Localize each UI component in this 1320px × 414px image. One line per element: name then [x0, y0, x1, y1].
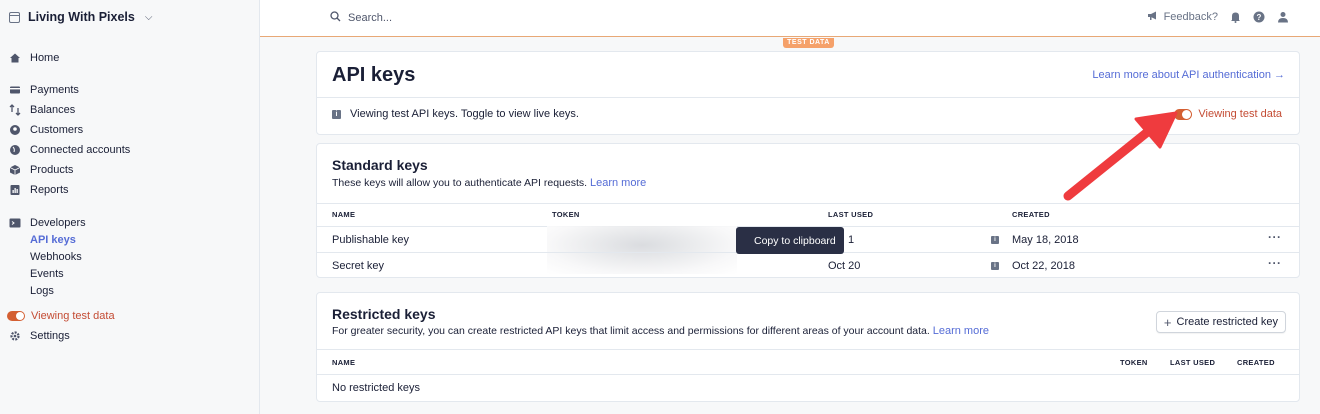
column-header-token: TOKEN [1120, 358, 1148, 367]
sidebar-item-payments[interactable]: Payments [9, 81, 79, 99]
sidebar-subitem-webhooks[interactable]: Webhooks [30, 251, 82, 267]
toggle-label: Viewing test data [1198, 108, 1282, 120]
key-last-used: Oct 20 [828, 260, 861, 272]
section-description: For greater security, you can create res… [332, 325, 989, 337]
sidebar-item-label: Customers [30, 124, 84, 136]
gear-icon [9, 330, 21, 342]
key-name: Publishable key [332, 234, 410, 246]
sidebar-item-label: Settings [30, 330, 70, 342]
megaphone-icon [1147, 10, 1159, 24]
more-actions-icon[interactable]: ··· [1268, 230, 1282, 244]
section-description: These keys will allow you to authenticat… [332, 177, 646, 189]
card-icon [9, 84, 21, 96]
info-icon: i [332, 109, 341, 119]
learn-more-link[interactable]: Learn more [933, 325, 989, 337]
button-label: Create restricted key [1176, 316, 1278, 328]
svg-text:?: ? [1257, 13, 1262, 22]
divider [317, 97, 1299, 98]
plus-icon: + [1163, 314, 1172, 330]
empty-state-text: No restricted keys [332, 382, 421, 394]
sidebar-item-label: Payments [30, 84, 79, 96]
divider [317, 374, 1299, 375]
test-data-badge: TEST DATA [783, 38, 834, 48]
key-created: Oct 22, 2018 [1012, 260, 1075, 272]
bell-icon[interactable] [1228, 10, 1242, 24]
sidebar-item-connected-accounts[interactable]: Connected accounts [9, 141, 130, 159]
account-logo-icon [9, 11, 20, 23]
divider [317, 349, 1299, 350]
toggle-switch[interactable] [7, 311, 25, 321]
sidebar-item-products[interactable]: Products [9, 161, 73, 179]
search-bar[interactable] [330, 11, 548, 25]
sidebar-item-label: Home [30, 52, 60, 64]
sidebar-item-label: Balances [30, 104, 76, 116]
annotation-arrow-icon [1063, 111, 1178, 201]
info-text: Viewing test API keys. Toggle to view li… [350, 108, 579, 120]
column-header-token: TOKEN [552, 210, 580, 219]
sidebar: Living With Pixels ⌵ Home Payments Balan… [0, 0, 260, 414]
home-icon [9, 52, 21, 64]
key-created: May 18, 2018 [1012, 234, 1079, 246]
chevron-down-icon: ⌵ [144, 11, 153, 23]
column-header-created: CREATED [1237, 358, 1275, 367]
help-icon[interactable]: ? [1252, 10, 1266, 24]
user-circle-icon [9, 124, 21, 136]
sidebar-item-developers[interactable]: Developers [9, 214, 86, 232]
section-title: Standard keys [332, 157, 428, 173]
feedback-label: Feedback? [1163, 11, 1218, 23]
info-icon[interactable]: i [991, 262, 999, 270]
sidebar-item-settings[interactable]: Settings [9, 327, 70, 345]
page-title: API keys [332, 64, 416, 86]
box-icon [9, 164, 21, 176]
sidebar-item-label: Products [30, 164, 74, 176]
description-text: For greater security, you can create res… [332, 325, 930, 337]
globe-icon [9, 144, 21, 156]
user-icon[interactable] [1276, 10, 1290, 24]
sidebar-subitem-logs[interactable]: Logs [30, 285, 54, 301]
sidebar-item-balances[interactable]: Balances [9, 101, 75, 119]
sidebar-item-label: Viewing test data [31, 310, 115, 322]
redacted-token-blur [547, 226, 737, 274]
sidebar-subitem-api-keys[interactable]: API keys [30, 234, 76, 250]
description-text: These keys will allow you to authenticat… [332, 177, 588, 189]
account-name: Living With Pixels [28, 10, 135, 24]
column-header-created: CREATED [1012, 210, 1050, 219]
feedback-button[interactable]: Feedback? [1147, 10, 1218, 24]
column-header-name: NAME [332, 210, 356, 219]
sidebar-item-label: Developers [30, 217, 86, 229]
account-switcher[interactable]: Living With Pixels ⌵ [0, 0, 259, 34]
sidebar-item-customers[interactable]: Customers [9, 121, 83, 139]
topbar: Feedback? ? [260, 0, 1320, 37]
arrows-icon [9, 104, 21, 116]
section-title: Restricted keys [332, 306, 436, 322]
learn-api-auth-link[interactable]: Learn more about API authentication → [1092, 69, 1285, 81]
info-icon[interactable]: i [991, 236, 999, 244]
learn-more-link[interactable]: Learn more [590, 177, 646, 189]
info-banner: i Viewing test API keys. Toggle to view … [332, 108, 579, 120]
column-header-last-used: LAST USED [828, 210, 874, 219]
key-last-used: 1 [848, 234, 855, 246]
search-input[interactable] [348, 12, 548, 24]
sidebar-item-reports[interactable]: Reports [9, 181, 69, 199]
sidebar-item-label: Reports [30, 184, 69, 196]
copy-tooltip: Copy to clipboard [736, 227, 844, 254]
topbar-actions: Feedback? ? [1147, 10, 1290, 24]
sidebar-item-home[interactable]: Home [9, 49, 59, 67]
restricted-keys-card: Restricted keys For greater security, yo… [316, 292, 1300, 402]
column-header-last-used: LAST USED [1170, 358, 1216, 367]
column-header-name: NAME [332, 358, 356, 367]
reports-icon [9, 184, 21, 196]
key-name: Secret key [332, 260, 384, 272]
more-actions-icon[interactable]: ··· [1268, 256, 1282, 270]
sidebar-test-data-toggle[interactable]: Viewing test data [7, 307, 115, 325]
create-restricted-key-button[interactable]: + Create restricted key [1155, 311, 1286, 333]
sidebar-item-label: Connected accounts [30, 144, 131, 156]
terminal-icon [9, 217, 21, 229]
view-test-data-toggle[interactable]: Viewing test data [1174, 108, 1282, 120]
sidebar-subitem-events[interactable]: Events [30, 268, 64, 284]
search-icon [330, 11, 341, 25]
